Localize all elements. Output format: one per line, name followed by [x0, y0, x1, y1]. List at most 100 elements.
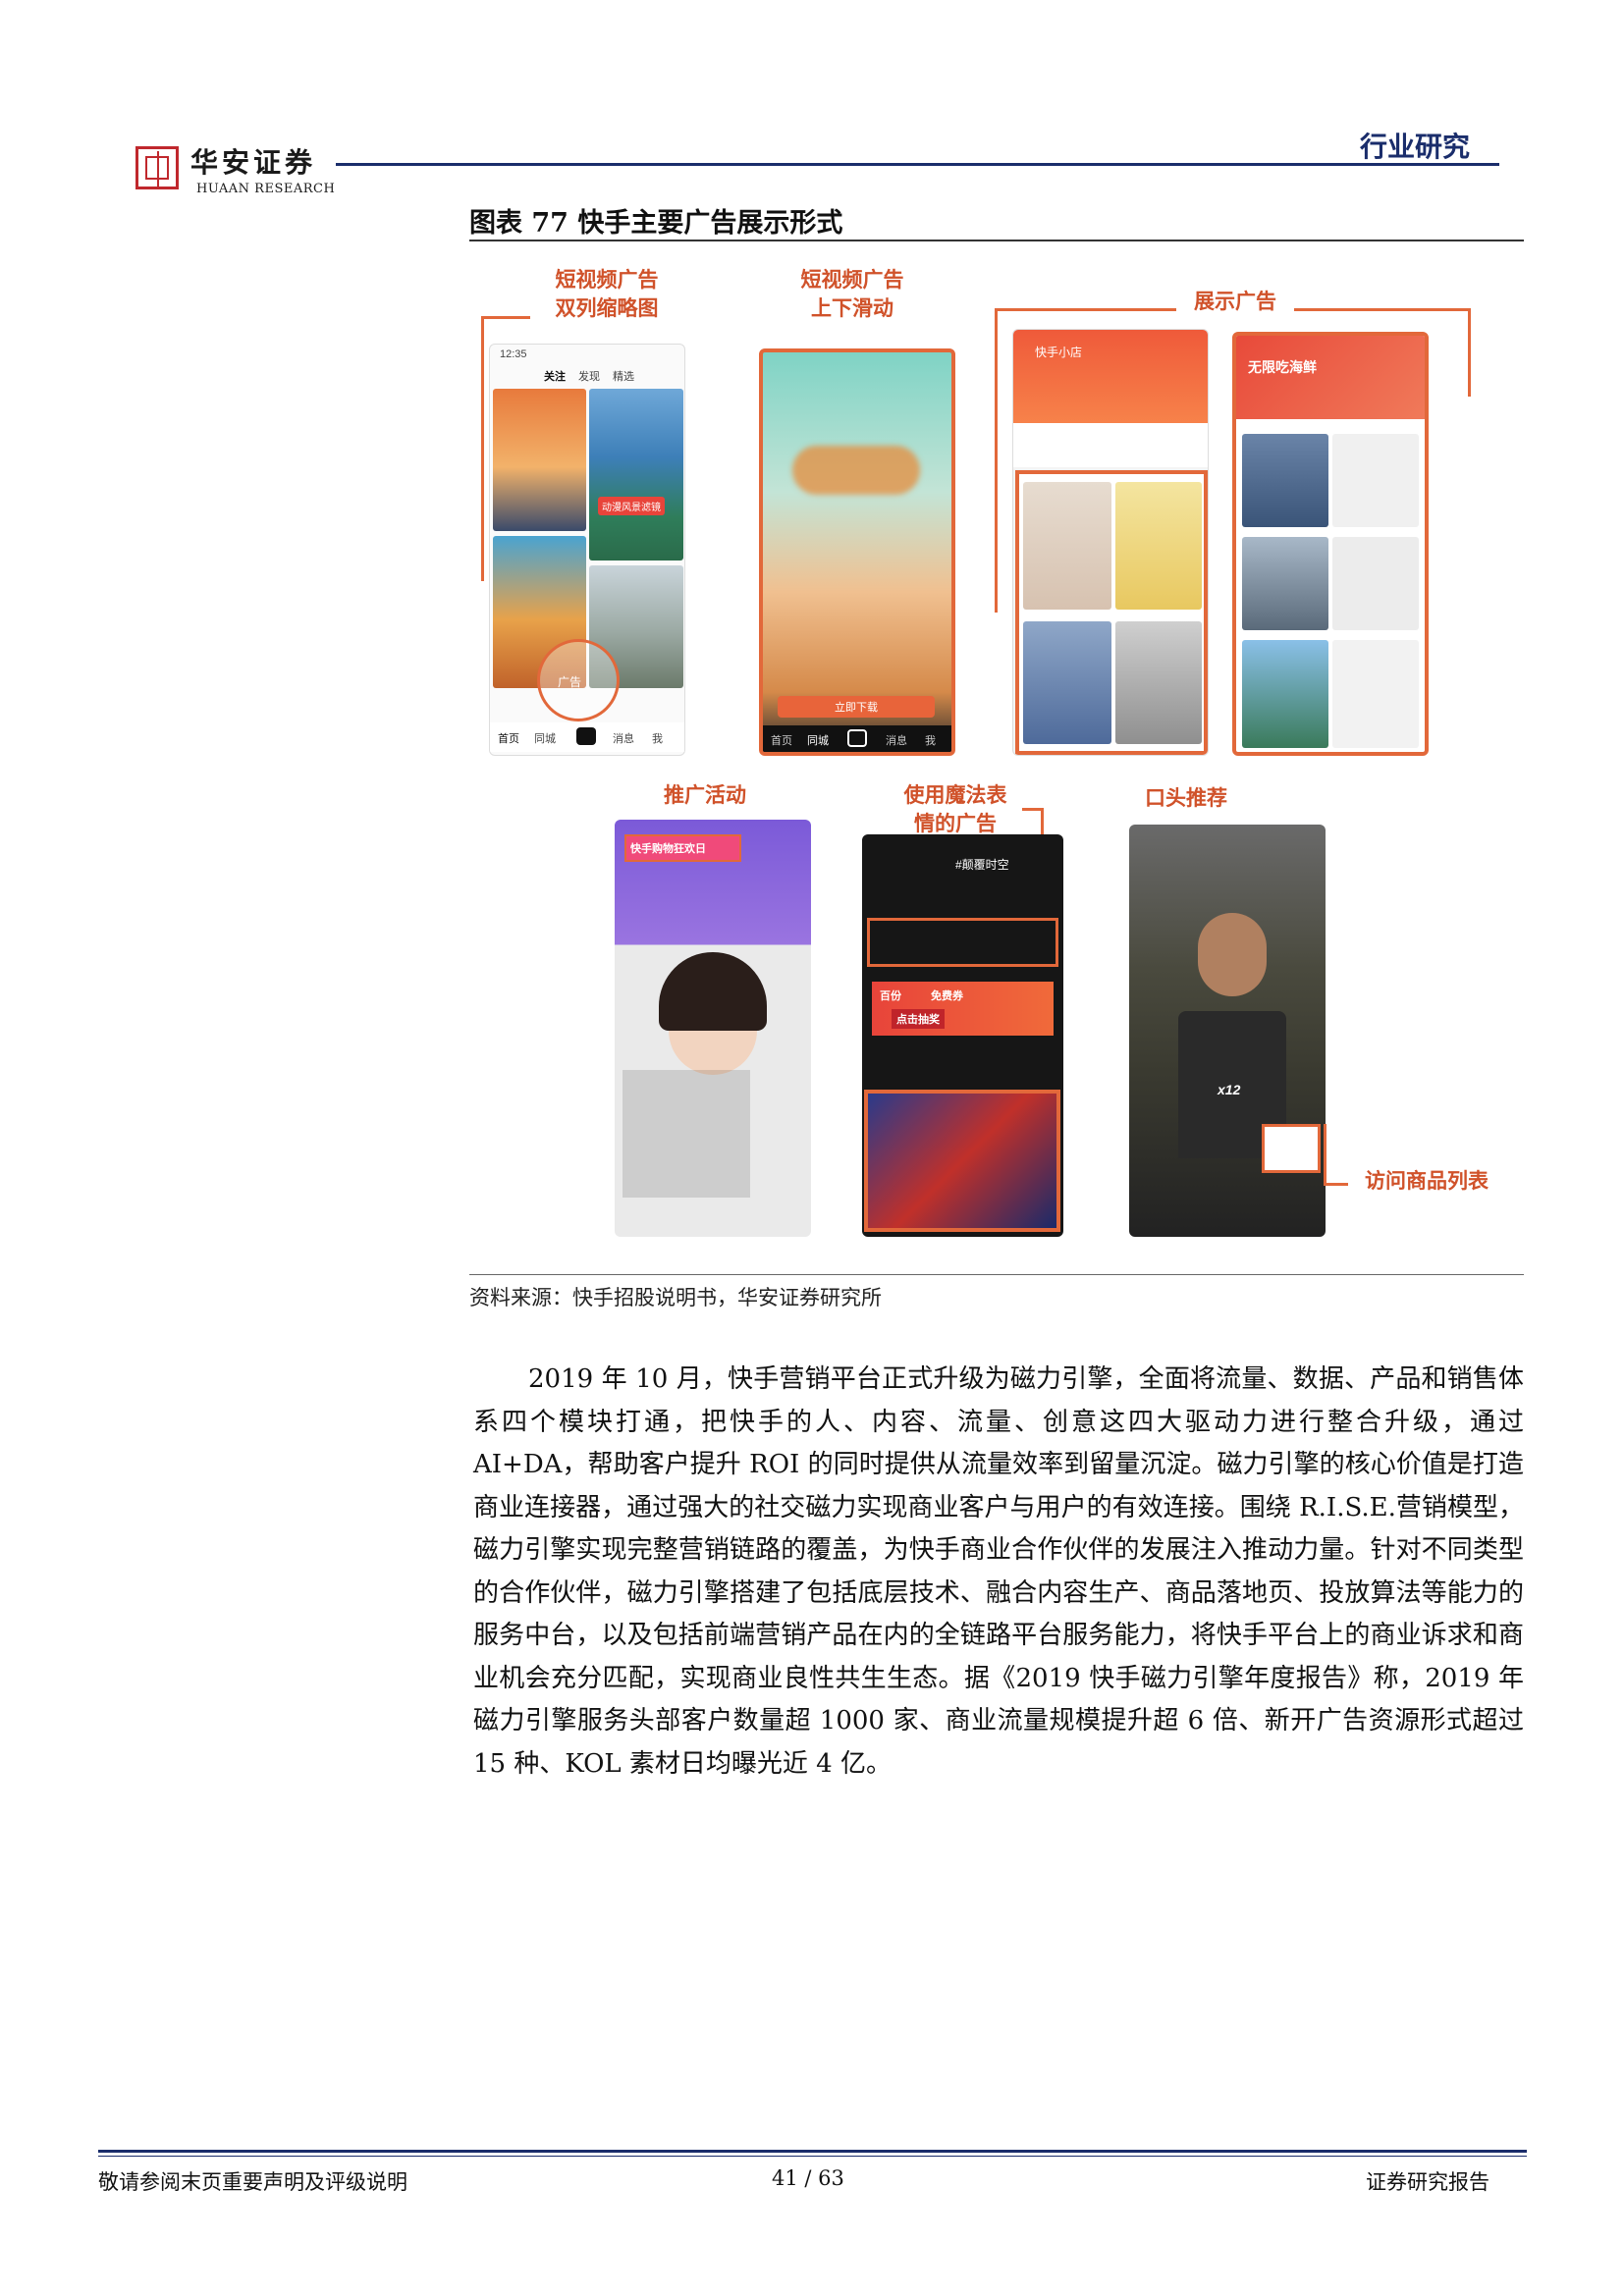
- figure-bottom-rule: [469, 1274, 1524, 1275]
- ad-card-2: [1332, 434, 1419, 527]
- logo-icon: [135, 146, 179, 189]
- callout-line: 双列缩略图: [555, 295, 659, 320]
- ad-card-6: [1332, 640, 1419, 748]
- ad-card-4: [1332, 537, 1419, 630]
- filter-tag: 动漫风景滤镜: [598, 497, 665, 515]
- phone-screen-promotion: 快手购物狂欢日: [615, 820, 811, 1237]
- ad-label-circle: 广告: [537, 639, 620, 721]
- product-card-store: [1023, 621, 1111, 744]
- callout-display: 展示广告: [1176, 287, 1294, 315]
- phone-screen-double-column: 12:35 关注 发现 精选 动漫风景滤镜 广告 首页 同城 消息 我: [489, 344, 685, 756]
- product-card-person: [1023, 482, 1111, 610]
- blurred-banner: [792, 446, 920, 495]
- coupon-banner: 百份 免费券 点击抽奖: [872, 982, 1054, 1036]
- gift-badge: x12: [1218, 1082, 1241, 1097]
- nav-me: 我: [925, 735, 936, 747]
- connector-line: [481, 316, 484, 581]
- coupon-text-1: 百份: [880, 990, 901, 1002]
- record-icon: [847, 729, 867, 747]
- nav-local: 同城: [534, 733, 556, 745]
- callout-product-list: 访问商品列表: [1365, 1168, 1489, 1193]
- product-card-fruit: [1115, 482, 1202, 610]
- figure-source: 资料来源：快手招股说明书，华安证券研究所: [469, 1286, 882, 1309]
- section-title: 行业研究: [1360, 131, 1471, 163]
- figure-area: 短视频广告 双列缩略图 短视频广告 上下滑动 展示广告 12:35 关注 发现 …: [469, 245, 1524, 1271]
- logo-text-en: HUAAN RESEARCH: [196, 182, 336, 196]
- body-paragraph: 2019 年 10 月，快手营销平台正式升级为磁力引擎，全面将流量、数据、产品和…: [473, 1364, 1525, 1779]
- callout-line: 使用魔法表: [903, 782, 1007, 807]
- footer-report-type: 证券研究报告: [1366, 2170, 1489, 2194]
- footer-disclaimer: 敬请参阅末页重要声明及评级说明: [98, 2170, 407, 2194]
- nav-home: 首页: [498, 733, 519, 745]
- phone-screen-magic-effect: #颠覆时空 百份 免费券 点击抽奖: [862, 834, 1063, 1237]
- download-button-label: 立即下载: [835, 702, 878, 714]
- callout-line: 情的广告: [914, 811, 997, 835]
- connector-line: [1324, 1183, 1348, 1186]
- promotion-banner-text: 快手购物狂欢日: [630, 843, 706, 855]
- nav-me: 我: [652, 733, 663, 745]
- phone-top-tabs: 关注 发现 精选: [490, 364, 684, 386]
- callout-verbal: 口头推荐: [1145, 785, 1227, 810]
- callout-line: 上下滑动: [811, 295, 893, 320]
- thumbnail-lake: [589, 389, 683, 561]
- store-icons-row: [1013, 423, 1208, 467]
- thumbnail-sunset: [493, 389, 586, 531]
- figure-top-rule: [469, 240, 1524, 241]
- footer-rule: [98, 2150, 1527, 2153]
- product-card-model: [1115, 621, 1202, 744]
- tab-discover: 发现: [578, 371, 600, 383]
- ad-card-3: [1242, 537, 1328, 630]
- ad-card-5: [1242, 640, 1328, 748]
- tab-featured: 精选: [613, 371, 634, 383]
- description-highlight: [867, 918, 1058, 967]
- lottery-button: 点击抽奖: [892, 1009, 945, 1029]
- banner-seafood: 无限吃海鲜: [1236, 336, 1425, 419]
- product-list-card: [1262, 1124, 1321, 1173]
- status-time: 12:35: [500, 348, 527, 360]
- phone-screen-store: 快手小店: [1012, 329, 1209, 756]
- phone-screen-verbal: x12: [1129, 825, 1326, 1237]
- callout-short-video-scroll: 短视频广告 上下滑动: [769, 265, 936, 322]
- nav-home: 首页: [771, 735, 792, 747]
- banner-seafood-text: 无限吃海鲜: [1248, 359, 1317, 375]
- nav-local: 同城: [807, 735, 829, 747]
- callout-magic-effect: 使用魔法表 情的广告: [877, 780, 1034, 837]
- tab-follow: 关注: [544, 371, 566, 383]
- download-button: 立即下载: [778, 696, 935, 718]
- host-hair: [659, 952, 767, 1031]
- record-icon: [576, 727, 596, 745]
- topic-tag: #颠覆时空: [955, 858, 1009, 872]
- figure-title: 图表 77 快手主要广告展示形式: [469, 208, 843, 239]
- chat-overlay: [623, 1070, 750, 1198]
- page-number: 41 / 63: [772, 2166, 844, 2190]
- connector-line: [1022, 808, 1044, 811]
- phone-screen-vertical-scroll: 立即下载 首页 同城 消息 我: [759, 348, 955, 756]
- ad-card-1: [1242, 434, 1328, 527]
- connector-line: [1324, 1124, 1326, 1183]
- header-rule: [336, 163, 1499, 166]
- store-header: 快手小店: [1013, 330, 1208, 423]
- logo-text-cn: 华安证券: [190, 146, 317, 179]
- store-feed-highlight: [1015, 470, 1208, 755]
- callout-promotion: 推广活动: [664, 782, 746, 807]
- phone-bottom-nav: 首页 同城 消息 我: [490, 722, 684, 752]
- promotion-banner: 快手购物狂欢日: [624, 834, 741, 862]
- callout-line: 短视频广告: [555, 267, 659, 292]
- connector-line: [481, 316, 530, 319]
- connector-line: [1294, 308, 1471, 311]
- nav-message: 消息: [886, 735, 907, 747]
- footer-rule-thin: [98, 2156, 1527, 2157]
- coupon-text-2: 免费券: [931, 990, 963, 1002]
- ad-label: 广告: [558, 675, 582, 689]
- store-title: 快手小店: [1035, 346, 1083, 359]
- callout-short-video-double: 短视频广告 双列缩略图: [528, 265, 685, 322]
- phone-bottom-nav: 首页 同城 消息 我: [763, 725, 951, 752]
- connector-line: [1468, 308, 1471, 397]
- callout-line: 短视频广告: [800, 267, 904, 292]
- nav-message: 消息: [613, 733, 634, 745]
- phone-screen-display-ads: 无限吃海鲜: [1232, 332, 1429, 756]
- connector-line: [995, 308, 998, 613]
- connector-line: [995, 308, 1176, 311]
- presenter-face: [1198, 913, 1267, 996]
- effect-grid-highlight: [864, 1090, 1060, 1232]
